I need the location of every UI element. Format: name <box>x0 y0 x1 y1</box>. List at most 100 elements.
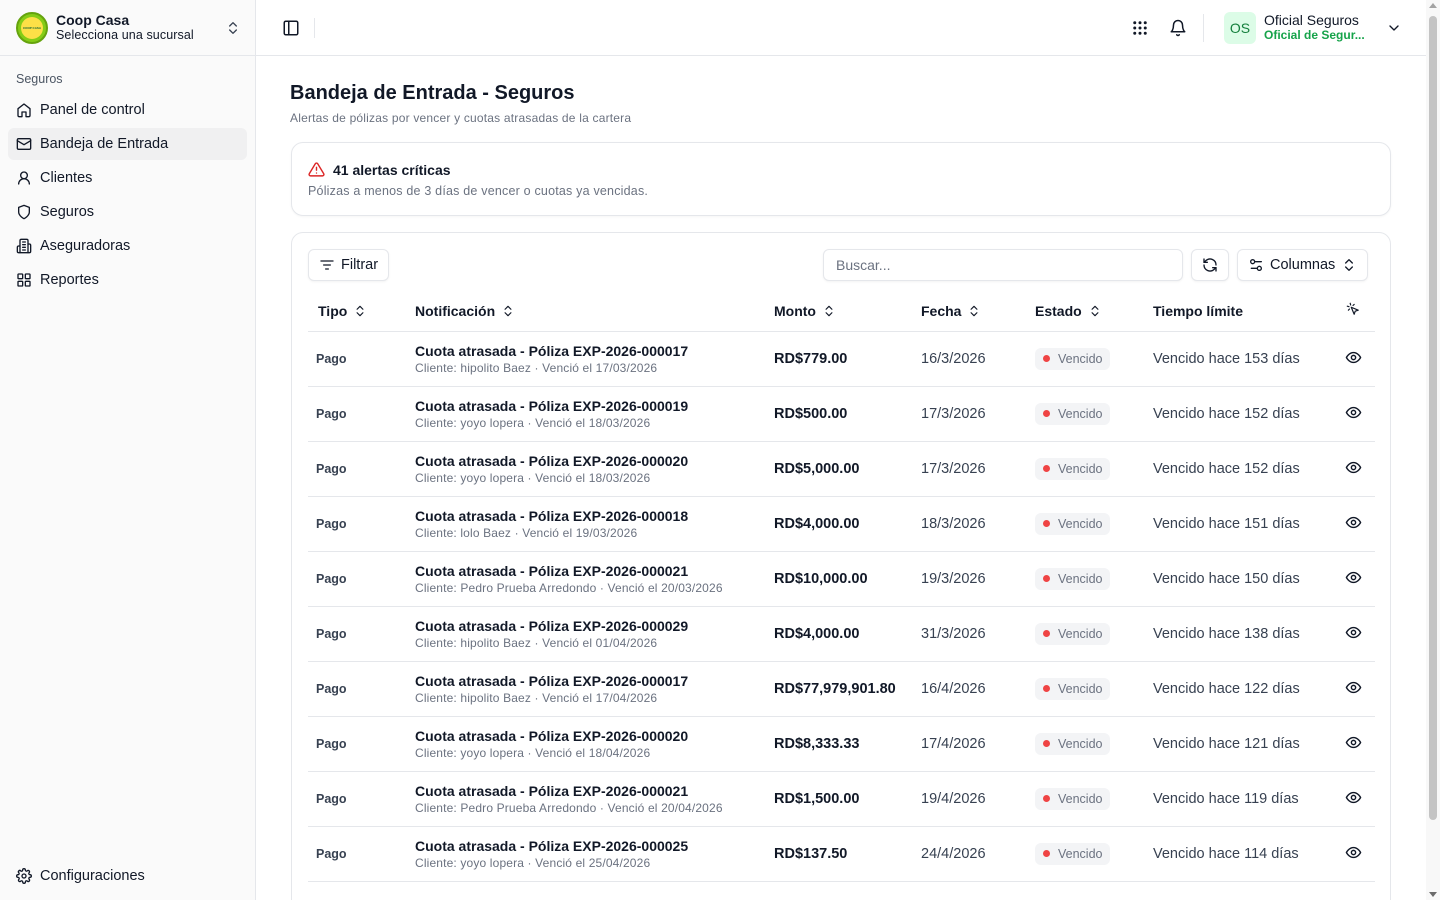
view-button[interactable] <box>1331 331 1375 387</box>
filter-button[interactable]: Filtrar <box>308 249 390 281</box>
divider <box>314 17 315 38</box>
sidebar-item-label: Seguros <box>40 204 95 220</box>
table-row[interactable]: Pago Cuota atrasada - Póliza EXP-2026-000… <box>308 331 1375 387</box>
table-row[interactable]: Pago Cuota atrasada - Póliza EXP-2026-000… <box>308 496 1375 552</box>
sort-icon <box>504 305 512 316</box>
scroll-up-arrow[interactable] <box>1429 3 1437 8</box>
view-button[interactable] <box>1331 716 1375 772</box>
column-header-tipo[interactable]: Tipo <box>308 291 415 332</box>
notifications-table-card: Filtrar Columnas Tipo Notificación Monto… <box>291 232 1391 900</box>
view-button[interactable] <box>1331 661 1375 717</box>
columns-button[interactable]: Columnas <box>1237 249 1369 281</box>
home-icon <box>17 103 31 118</box>
column-header-notificacion[interactable]: Notificación <box>415 291 774 332</box>
cell-fecha: 24/4/2026 <box>921 826 1035 882</box>
cell-fecha: 16/3/2026 <box>921 331 1035 387</box>
user-menu[interactable]: OS Oficial Seguros Oficial de Segur... <box>1224 11 1402 44</box>
cell-fecha: 17/3/2026 <box>921 386 1035 442</box>
sidebar-item-panel-de-control[interactable]: Panel de control <box>8 94 247 126</box>
column-header-actions[interactable] <box>1331 291 1375 332</box>
sidebar-item-clientes[interactable]: Clientes <box>8 162 247 194</box>
refresh-button[interactable] <box>1191 249 1229 281</box>
status-dot <box>1043 465 1050 472</box>
cell-notificacion: Cuota atrasada - Póliza EXP-2026-000017 C… <box>415 661 774 717</box>
scroll-down-arrow[interactable] <box>1429 892 1437 897</box>
page-scrollbar[interactable] <box>1426 0 1440 900</box>
sidebar-item-seguros[interactable]: Seguros <box>8 196 247 228</box>
cell-fecha: 19/4/2026 <box>921 771 1035 827</box>
status-dot <box>1043 795 1050 802</box>
table-row[interactable]: Pago Cuota atrasada - Póliza EXP-2026-000… <box>308 661 1375 717</box>
page-title: Bandeja de Entrada - Seguros <box>290 82 575 104</box>
main-content: Bandeja de Entrada - Seguros Alertas de … <box>256 56 1426 900</box>
view-button[interactable] <box>1331 496 1375 552</box>
search-input[interactable] <box>823 249 1183 281</box>
page-subtitle: Alertas de pólizas por vencer y cuotas a… <box>290 111 632 125</box>
cell-monto: RD$5,000.00 <box>774 441 921 497</box>
cell-estado: Vencido <box>1035 716 1153 772</box>
cell-fecha: 18/3/2026 <box>921 496 1035 552</box>
status-dot <box>1043 520 1050 527</box>
cell-tiempo-limite: Vencido hace 152 días <box>1153 441 1331 497</box>
gear-icon <box>16 868 32 884</box>
sort-icon <box>1091 305 1099 316</box>
chevrons-up-down-icon <box>229 21 237 34</box>
table-row[interactable]: Pago Cuota atrasada - Póliza EXP-2026-000… <box>308 606 1375 662</box>
apps-grid-icon[interactable] <box>1131 19 1149 37</box>
table-row[interactable]: Pago Cuota atrasada - Póliza EXP-2026-000… <box>308 716 1375 772</box>
sidebar-item-bandeja-de-entrada[interactable]: Bandeja de Entrada <box>8 128 247 160</box>
cell-notificacion: Cuota atrasada - Póliza EXP-2026-000029 C… <box>415 606 774 662</box>
cell-estado: Vencido <box>1035 386 1153 442</box>
cell-estado: Vencido <box>1035 441 1153 497</box>
status-dot <box>1043 685 1050 692</box>
cell-tiempo-limite: Vencido hace 151 días <box>1153 496 1331 552</box>
column-header-fecha[interactable]: Fecha <box>921 291 1035 332</box>
sidebar-item-configuraciones[interactable]: Configuraciones <box>8 860 247 892</box>
scroll-thumb[interactable] <box>1429 16 1437 820</box>
branch-switcher[interactable]: COOP CASA Coop Casa Selecciona una sucur… <box>0 0 255 56</box>
cell-tipo: Pago <box>308 441 415 497</box>
cell-tipo: Pago <box>308 771 415 827</box>
view-button[interactable] <box>1331 606 1375 662</box>
cell-monto: RD$8,333.33 <box>774 716 921 772</box>
status-badge: Vencido <box>1035 457 1111 480</box>
eye-icon <box>1345 516 1361 528</box>
notification-detail: Cliente: yoyo lopera · Venció el 18/03/2… <box>415 415 651 430</box>
sidebar-item-label: Reportes <box>40 272 99 288</box>
cell-monto: RD$137.50 <box>774 826 921 882</box>
status-dot <box>1043 630 1050 637</box>
table-row[interactable]: Pago Cuota atrasada - Póliza EXP-2026-000… <box>308 441 1375 497</box>
table-row[interactable]: Pago Cuota atrasada - Póliza EXP-2026-000… <box>308 386 1375 442</box>
branch-selector-label: Selecciona una sucursal <box>56 27 194 42</box>
view-button[interactable] <box>1331 826 1375 882</box>
view-button[interactable] <box>1331 771 1375 827</box>
view-button[interactable] <box>1331 551 1375 607</box>
column-header-monto[interactable]: Monto <box>774 291 921 332</box>
cell-tipo: Pago <box>308 716 415 772</box>
cell-tipo: Pago <box>308 331 415 387</box>
sidebar-item-reportes[interactable]: Reportes <box>8 264 247 296</box>
mail-icon <box>16 138 32 150</box>
table-header-row: Tipo Notificación Monto Fecha Estado Tie… <box>308 291 1375 332</box>
table-row[interactable]: Pago Cuota atrasada - Póliza EXP-2026-000… <box>308 551 1375 607</box>
table-row[interactable]: Pago Cuota atrasada - Póliza EXP-2026-000… <box>308 826 1375 882</box>
cell-notificacion: Cuota atrasada - Póliza EXP-2026-000019 C… <box>415 386 774 442</box>
sidebar-item-aseguradoras[interactable]: Aseguradoras <box>8 230 247 262</box>
notification-title: Cuota atrasada - Póliza EXP-2026-000018 <box>415 507 689 524</box>
notification-title: Cuota atrasada - Póliza EXP-2026-000019 <box>415 397 689 414</box>
sidebar-toggle-icon[interactable] <box>282 19 300 37</box>
bell-icon[interactable] <box>1169 19 1187 37</box>
eye-icon <box>1345 736 1361 748</box>
status-badge: Vencido <box>1035 677 1111 700</box>
view-button[interactable] <box>1331 386 1375 442</box>
column-header-estado[interactable]: Estado <box>1035 291 1153 332</box>
cell-fecha: 16/4/2026 <box>921 661 1035 717</box>
notification-title: Cuota atrasada - Póliza EXP-2026-000021 <box>415 782 689 799</box>
cell-fecha: 17/3/2026 <box>921 441 1035 497</box>
view-button[interactable] <box>1331 441 1375 497</box>
status-dot <box>1043 850 1050 857</box>
table-row[interactable]: Pago Cuota atrasada - Póliza EXP-2026-000… <box>308 771 1375 827</box>
notification-title: Cuota atrasada - Póliza EXP-2026-000025 <box>415 837 689 854</box>
cell-notificacion: Cuota atrasada - Póliza EXP-2026-000021 C… <box>415 551 774 607</box>
cell-estado: Vencido <box>1035 496 1153 552</box>
